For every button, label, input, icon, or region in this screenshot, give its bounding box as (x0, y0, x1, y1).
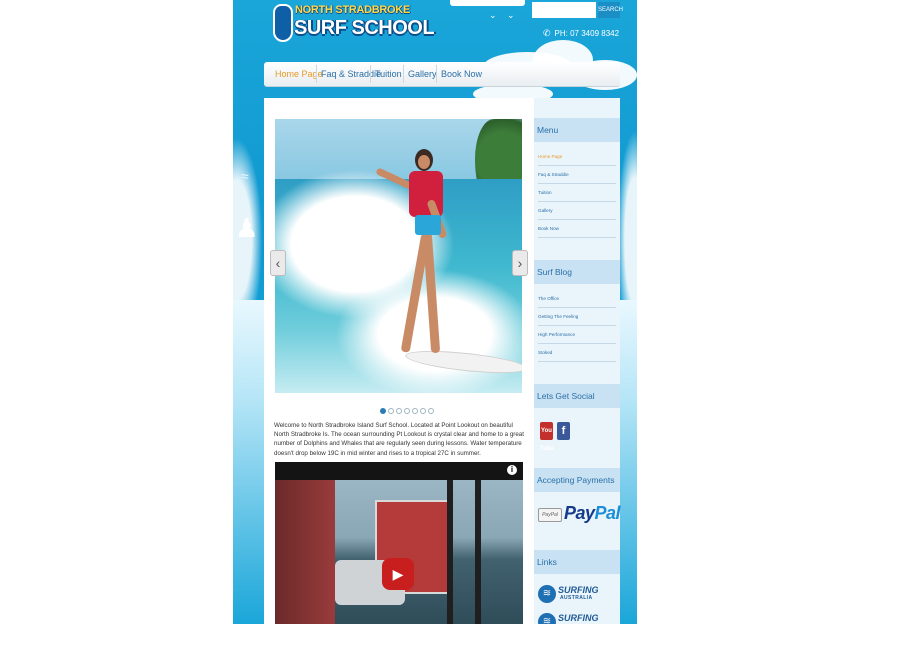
slider-dot[interactable] (388, 408, 394, 414)
site-logo[interactable]: NORTH STRADBROKE SURF SCHOOL (273, 2, 435, 46)
phone-icon: ✆ (543, 28, 551, 38)
surfer-silhouette-icon: ♟ (235, 213, 259, 243)
blog-item-high-performance[interactable]: High Performance (538, 326, 616, 344)
sidebar-item-home-page[interactable]: Home Page (538, 148, 616, 166)
paypal-card-icon: PayPal (538, 508, 562, 522)
wave-icon: ≋ (538, 585, 556, 603)
sidebar-heading-links: Links (534, 550, 620, 574)
sidebar-item-gallery[interactable]: Gallery (538, 202, 616, 220)
slider-dot[interactable] (380, 408, 386, 414)
foam-decoration (619, 300, 637, 624)
youtube-icon[interactable]: You Tube (540, 422, 554, 452)
slider-dot[interactable] (404, 408, 410, 414)
slider-next-button[interactable]: › (512, 250, 528, 276)
play-button[interactable]: ▶ (382, 558, 414, 590)
blog-item-getting-the-feeling[interactable]: Getting The Feeling (538, 308, 616, 326)
nav-divider (370, 65, 371, 83)
sidebar-item-book-now[interactable]: Book Now (538, 220, 616, 238)
sidebar-heading-menu: Menu (534, 118, 620, 142)
surfing-australia-link[interactable]: ≋ SURFING AUSTRALIA (538, 584, 599, 606)
nav-tuition[interactable]: Tuition (375, 62, 402, 86)
link-logo-title: SURFING (558, 613, 599, 623)
nav-divider (436, 65, 437, 83)
phone-text: PH: 07 3409 8342 (554, 29, 620, 38)
search-form: SEARCH (532, 2, 623, 18)
nav-divider (316, 65, 317, 83)
blog-item-the-office[interactable]: The Office (538, 290, 616, 308)
surfing-link[interactable]: ≋ SURFING (538, 612, 599, 624)
birds-icon: ⌄ ⌄ (489, 10, 519, 20)
video-player[interactable]: i ▶ (275, 462, 523, 624)
pier-post (447, 480, 453, 624)
dolphin-icon: ≈ (241, 168, 249, 184)
facebook-icon[interactable]: f (557, 422, 570, 440)
slider-dot[interactable] (412, 408, 418, 414)
logo-line-1: NORTH STRADBROKE (295, 4, 410, 16)
nav-book-now[interactable]: Book Now (441, 62, 482, 86)
main-navigation: Home Page Faq & Straddie Tuition Gallery… (264, 62, 620, 87)
main-content: ‹ › Welcome to North Stradbroke Island S… (264, 98, 534, 624)
video-thumbnail (275, 480, 523, 624)
nav-gallery[interactable]: Gallery (408, 62, 437, 86)
nav-divider (403, 65, 404, 83)
info-icon[interactable]: i (507, 465, 517, 475)
slider-dot[interactable] (420, 408, 426, 414)
sidebar-heading-social: Lets Get Social (534, 384, 620, 408)
logo-line-2: SURF SCHOOL (294, 17, 435, 39)
website-frame: ≈ ♟ NORTH STRADBROKE SURF SCHOOL ⌄ ⌄ SEA… (233, 0, 637, 624)
search-button[interactable]: SEARCH (598, 2, 623, 18)
slider-prev-button[interactable]: ‹ (270, 250, 286, 276)
nav-faq-straddie[interactable]: Faq & Straddie (321, 62, 381, 86)
ferry-image (275, 480, 335, 624)
image-slider[interactable] (275, 119, 522, 393)
video-title-bar (275, 462, 523, 480)
slider-pagination (380, 401, 436, 414)
paypal-logo: PayPal PayPal (538, 502, 621, 526)
top-strip (450, 0, 525, 6)
link-logo-subtitle: AUSTRALIA (560, 595, 593, 601)
paypal-wordmark: PayPal (564, 503, 621, 523)
pier-post (475, 480, 481, 624)
phone-number: ✆ PH: 07 3409 8342 (543, 28, 619, 39)
sidebar: Menu Home Page Faq & Straddie Tuition Ga… (534, 98, 621, 624)
wave-icon: ≋ (538, 613, 556, 624)
sidebar-heading-surf-blog: Surf Blog (534, 260, 620, 284)
slider-dot[interactable] (396, 408, 402, 414)
blog-item-stoked[interactable]: Stoked (538, 344, 616, 362)
search-input[interactable] (532, 2, 596, 18)
sidebar-item-tuition[interactable]: Tuition (538, 184, 616, 202)
foam-decoration (233, 300, 267, 624)
link-logo-title: SURFING (558, 585, 599, 595)
surfer-image (375, 149, 465, 359)
sidebar-heading-payments: Accepting Payments (534, 468, 620, 492)
intro-paragraph: Welcome to North Stradbroke Island Surf … (274, 422, 524, 457)
slider-dot[interactable] (428, 408, 434, 414)
surfboard-icon (273, 4, 293, 42)
sidebar-item-faq-straddie[interactable]: Faq & Straddie (538, 166, 616, 184)
